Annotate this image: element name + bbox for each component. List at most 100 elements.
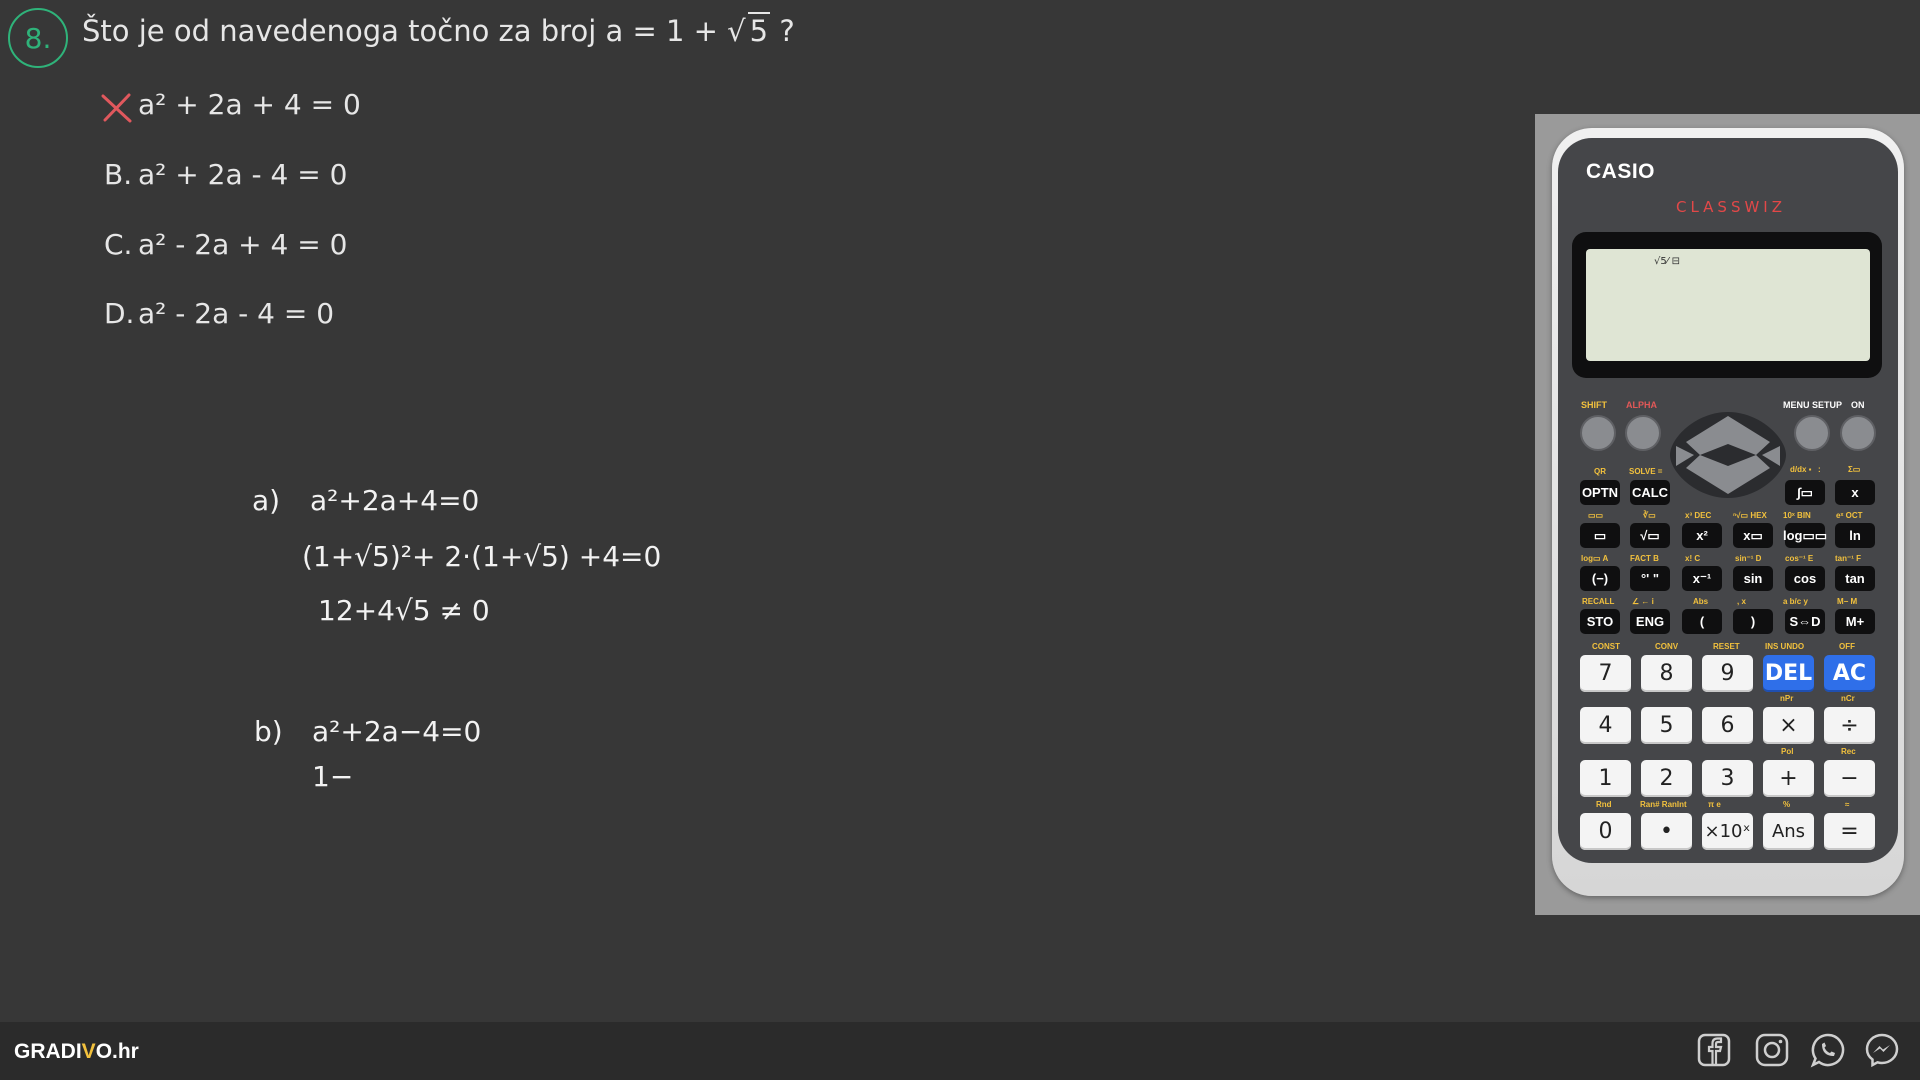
shift-key[interactable]: [1580, 415, 1616, 451]
key-3[interactable]: 3: [1702, 760, 1753, 797]
sto-key[interactable]: STO: [1580, 609, 1620, 634]
calc-key[interactable]: CALC: [1630, 480, 1670, 505]
handwriting-a-label: a): [252, 484, 281, 517]
sd-key[interactable]: S⇔D: [1785, 609, 1825, 634]
key-0[interactable]: 0: [1580, 813, 1631, 850]
eng-key[interactable]: ENG: [1630, 609, 1670, 634]
label-off: OFF: [1839, 642, 1855, 651]
shift-label-atan: tan⁻¹ F: [1835, 554, 1861, 563]
question-number: 8.: [24, 21, 52, 55]
cos-key[interactable]: cos: [1785, 566, 1825, 591]
key-6[interactable]: 6: [1702, 707, 1753, 744]
square-key[interactable]: x²: [1682, 523, 1722, 548]
shift-label-qr: QR: [1594, 467, 1606, 476]
shift-label-angle: ∠ ← i: [1632, 597, 1654, 606]
whatsapp-icon[interactable]: [1810, 1032, 1846, 1068]
exp10-key[interactable]: ×10ˣ: [1702, 813, 1753, 850]
on-key[interactable]: [1840, 415, 1876, 451]
key-7[interactable]: 7: [1580, 655, 1631, 692]
power-key[interactable]: x▭: [1733, 523, 1773, 548]
facebook-icon[interactable]: [1696, 1032, 1732, 1068]
option-d[interactable]: D. a² - 2a - 4 = 0: [104, 297, 334, 330]
label-conv: CONV: [1655, 642, 1679, 651]
log-base-key[interactable]: log▭▭: [1783, 523, 1827, 548]
shift-label-acos: cos⁻¹ E: [1785, 554, 1814, 563]
label-approx: ≈: [1845, 800, 1850, 809]
option-b-label: B.: [104, 158, 133, 191]
handwriting-a-line2: (1+√5)²+ 2·(1+√5) +4=0: [302, 540, 662, 573]
degree-key[interactable]: °' ": [1630, 566, 1670, 591]
label-rnd: Rnd: [1596, 800, 1612, 809]
shift-label-ex: eˣ OCT: [1836, 511, 1863, 520]
reciprocal-key[interactable]: x⁻¹: [1682, 566, 1722, 591]
label-rec: Rec: [1841, 747, 1856, 756]
shift-label-comma: , x: [1737, 597, 1746, 606]
shift-label-solve: SOLVE =: [1629, 467, 1663, 476]
option-d-text: a² - 2a - 4 = 0: [138, 297, 335, 330]
optn-key[interactable]: OPTN: [1580, 480, 1620, 505]
mplus-key[interactable]: M+: [1835, 609, 1875, 634]
multiply-key[interactable]: ×: [1763, 707, 1814, 744]
key-8[interactable]: 8: [1641, 655, 1692, 692]
direction-pad[interactable]: [1668, 410, 1788, 500]
sqrt-key[interactable]: √▭: [1630, 523, 1670, 548]
label-reset: RESET: [1713, 642, 1740, 651]
shift-label-ddx: d/dx ▪: [1790, 465, 1812, 474]
calculator-brand: CASIO: [1586, 160, 1656, 183]
instagram-icon[interactable]: [1754, 1032, 1790, 1068]
menu-setup-label: MENU SETUP: [1783, 400, 1843, 410]
shift-label-log: log▭ A: [1581, 554, 1609, 563]
key-4[interactable]: 4: [1580, 707, 1631, 744]
option-c[interactable]: C. a² - 2a + 4 = 0: [104, 228, 347, 261]
key-5[interactable]: 5: [1641, 707, 1692, 744]
menu-key[interactable]: [1794, 415, 1830, 451]
variable-x-key[interactable]: x: [1835, 480, 1875, 505]
key-1[interactable]: 1: [1580, 760, 1631, 797]
alpha-label: ALPHA: [1626, 400, 1657, 410]
calculator-model: CLASSWIZ: [1676, 198, 1787, 216]
ans-key[interactable]: Ans: [1763, 813, 1814, 850]
option-c-text: a² - 2a + 4 = 0: [138, 228, 348, 261]
shift-label-mixed-fraction: ▭▭: [1588, 511, 1604, 520]
option-a[interactable]: A.a² + 2a + 4 = 0: [104, 88, 361, 121]
question-text-prefix: Što je od navedenoga točno za broj a = 1…: [82, 14, 728, 48]
ac-key[interactable]: AC: [1824, 655, 1875, 692]
sin-key[interactable]: sin: [1733, 566, 1773, 591]
shift-label-mminus: M− M: [1837, 597, 1858, 606]
del-key[interactable]: DEL: [1763, 655, 1814, 692]
key-2[interactable]: 2: [1641, 760, 1692, 797]
ln-key[interactable]: ln: [1835, 523, 1875, 548]
divide-key[interactable]: ÷: [1824, 707, 1875, 744]
question-text-suffix: ?: [770, 14, 795, 48]
shift-label-10x: 10ˣ BIN: [1783, 511, 1811, 520]
logo-suffix: O.hr: [95, 1040, 139, 1063]
handwriting-b-line1: a²+2a−4=0: [312, 715, 482, 748]
fraction-key[interactable]: ▭: [1580, 523, 1620, 548]
negative-key[interactable]: (−): [1580, 566, 1620, 591]
key-9[interactable]: 9: [1702, 655, 1753, 692]
gradivo-logo[interactable]: GRADIVO.hr: [14, 1040, 139, 1064]
question-number-badge: 8.: [8, 8, 68, 68]
shift-label-abs: Abs: [1693, 597, 1709, 606]
handwriting-a-line1: a²+2a+4=0: [310, 484, 480, 517]
plus-key[interactable]: +: [1763, 760, 1814, 797]
close-paren-key[interactable]: ): [1733, 609, 1773, 634]
shift-label-cbrt: ∛▭: [1643, 511, 1656, 520]
question-text: Što je od navedenoga točno za broj a = 1…: [82, 12, 795, 48]
calculator-display: [1586, 249, 1870, 361]
tan-key[interactable]: tan: [1835, 566, 1875, 591]
alpha-key[interactable]: [1625, 415, 1661, 451]
question-radicand: 5: [747, 12, 771, 48]
label-ran: Ran# RanInt: [1640, 800, 1687, 809]
on-label: ON: [1851, 400, 1865, 410]
option-a-text: a² + 2a + 4 = 0: [138, 88, 361, 121]
decimal-point-key[interactable]: •: [1641, 813, 1692, 850]
messenger-icon[interactable]: [1864, 1032, 1900, 1068]
option-b-text: a² + 2a - 4 = 0: [138, 158, 348, 191]
option-b[interactable]: B. a² + 2a - 4 = 0: [104, 158, 347, 191]
equals-key[interactable]: =: [1824, 813, 1875, 850]
minus-key[interactable]: −: [1824, 760, 1875, 797]
integral-key[interactable]: ∫▭: [1785, 480, 1825, 505]
open-paren-key[interactable]: (: [1682, 609, 1722, 634]
shift-label-cube: x³ DEC: [1685, 511, 1712, 520]
